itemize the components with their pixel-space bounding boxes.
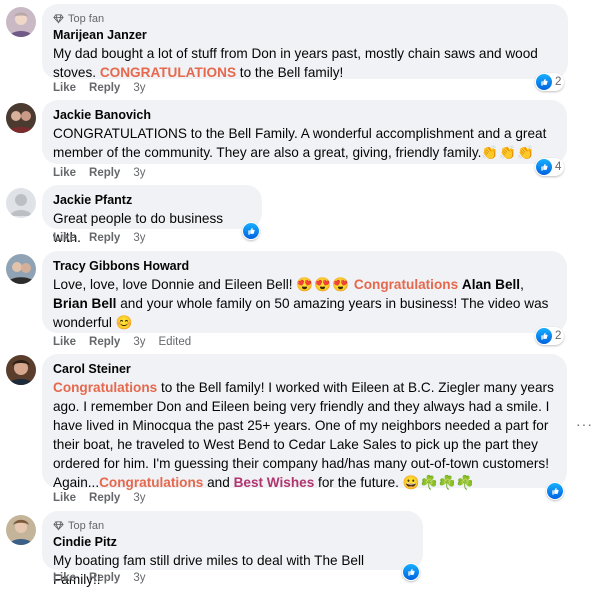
comment-text: My dad bought a lot of stuff from Don in… bbox=[53, 44, 556, 82]
reply-button[interactable]: Reply bbox=[89, 167, 120, 179]
reaction-number: 2 bbox=[555, 76, 562, 88]
reply-button[interactable]: Reply bbox=[89, 232, 120, 244]
author-name[interactable]: Cindie Pitz bbox=[53, 534, 411, 551]
like-button[interactable]: Like bbox=[53, 82, 76, 94]
like-button[interactable]: Like bbox=[53, 572, 76, 584]
text-segment: , bbox=[520, 277, 524, 292]
reply-button[interactable]: Reply bbox=[89, 82, 120, 94]
reaction-number: 4 bbox=[555, 161, 562, 173]
author-name[interactable]: Carol Steiner bbox=[53, 361, 555, 378]
comment-actions: Like Reply 3y bbox=[53, 82, 159, 94]
comment-text: Congratulations to the Bell family! I wo… bbox=[53, 378, 555, 492]
badge-label: Top fan bbox=[68, 12, 105, 25]
text-segment: and bbox=[203, 475, 234, 490]
comment-actions: Like Reply 3y bbox=[53, 232, 159, 244]
comment-actions: Like Reply 3y bbox=[53, 492, 159, 504]
like-reaction-icon bbox=[536, 328, 552, 344]
more-options-icon[interactable]: ··· bbox=[576, 416, 593, 432]
like-button[interactable]: Like bbox=[53, 167, 76, 179]
top-fan-badge: Top fan bbox=[53, 11, 556, 26]
avatar[interactable] bbox=[6, 188, 36, 218]
like-reaction-icon bbox=[536, 74, 552, 90]
diamond-icon bbox=[53, 13, 64, 24]
avatar[interactable] bbox=[6, 355, 36, 385]
author-name[interactable]: Marijean Janzer bbox=[53, 27, 556, 44]
comment-bubble: Jackie Pfantz Great people to do busines… bbox=[42, 185, 262, 245]
comment-text: CONGRATULATIONS to the Bell Family. A wo… bbox=[53, 124, 555, 162]
tagged-name[interactable]: Brian Bell bbox=[53, 296, 116, 311]
reply-button[interactable]: Reply bbox=[89, 336, 120, 348]
like-button[interactable]: Like bbox=[53, 232, 76, 244]
comment-bubble: Top fan Cindie Pitz My boating fam still… bbox=[42, 511, 423, 587]
edited-label[interactable]: Edited bbox=[159, 336, 192, 348]
avatar[interactable] bbox=[6, 7, 36, 37]
highlight-text: Congratulations bbox=[99, 475, 204, 490]
timestamp[interactable]: 3y bbox=[133, 572, 145, 584]
timestamp[interactable]: 3y bbox=[133, 82, 145, 94]
avatar[interactable] bbox=[6, 103, 36, 133]
reaction-count[interactable]: 2 bbox=[535, 73, 565, 91]
like-reaction-icon bbox=[403, 564, 419, 580]
like-button[interactable]: Like bbox=[53, 336, 76, 348]
comment-actions: Like Reply 3y bbox=[53, 572, 159, 584]
text-segment: Love, love, love Donnie and Eileen Bell! bbox=[53, 277, 297, 292]
timestamp[interactable]: 3y bbox=[133, 492, 145, 504]
top-fan-badge: Top fan bbox=[53, 518, 411, 533]
reply-button[interactable]: Reply bbox=[89, 572, 120, 584]
reaction-count[interactable]: 4 bbox=[535, 158, 565, 176]
comment-actions: Like Reply 3y Edited bbox=[53, 336, 204, 348]
highlight-text: Congratulations bbox=[353, 277, 459, 292]
reply-button[interactable]: Reply bbox=[89, 492, 120, 504]
like-button[interactable]: Like bbox=[53, 492, 76, 504]
heart-eyes-emoji: 😍😍😍 bbox=[296, 277, 351, 292]
avatar[interactable] bbox=[6, 254, 36, 284]
like-reaction-icon bbox=[536, 159, 552, 175]
comment-text: Love, love, love Donnie and Eileen Bell!… bbox=[53, 275, 555, 332]
comment-actions: Like Reply 3y bbox=[53, 167, 159, 179]
reaction-count[interactable] bbox=[402, 563, 420, 581]
highlight-text: CONGRATULATIONS bbox=[99, 65, 237, 80]
comment-bubble: Carol Steiner Congratulations to the Bel… bbox=[42, 354, 567, 490]
comment-bubble: Jackie Banovich CONGRATULATIONS to the B… bbox=[42, 100, 567, 164]
highlight-text: Best Wishes bbox=[233, 475, 315, 490]
emoji-group: 😀☘️☘️☘️ bbox=[402, 475, 475, 490]
like-reaction-icon bbox=[547, 483, 563, 499]
reaction-count[interactable] bbox=[546, 482, 564, 500]
clapping-emoji: 👏👏👏 bbox=[481, 145, 536, 160]
author-name[interactable]: Jackie Banovich bbox=[53, 107, 555, 124]
comment-bubble: Tracy Gibbons Howard Love, love, love Do… bbox=[42, 251, 567, 333]
timestamp[interactable]: 3y bbox=[133, 167, 145, 179]
highlight-text: Congratulations bbox=[53, 380, 158, 395]
timestamp[interactable]: 3y bbox=[133, 232, 145, 244]
tagged-name[interactable]: Alan Bell bbox=[462, 277, 520, 292]
text-segment: to the Bell family! I worked with Eileen… bbox=[53, 380, 554, 490]
reaction-count[interactable]: 2 bbox=[535, 327, 565, 345]
diamond-icon bbox=[53, 520, 64, 531]
author-name[interactable]: Jackie Pfantz bbox=[53, 192, 250, 209]
avatar[interactable] bbox=[6, 515, 36, 545]
like-reaction-icon bbox=[243, 223, 259, 239]
reaction-number: 2 bbox=[555, 330, 562, 342]
text-segment: CONGRATULATIONS to the Bell Family. A wo… bbox=[53, 126, 547, 160]
reaction-count[interactable] bbox=[242, 222, 260, 240]
smile-emoji: 😊 bbox=[115, 315, 133, 330]
timestamp[interactable]: 3y bbox=[133, 336, 145, 348]
badge-label: Top fan bbox=[68, 519, 105, 532]
text-segment: to the Bell family! bbox=[236, 65, 344, 80]
comment-bubble: Top fan Marijean Janzer My dad bought a … bbox=[42, 4, 568, 82]
author-name[interactable]: Tracy Gibbons Howard bbox=[53, 258, 555, 275]
text-segment: for the future. bbox=[314, 475, 403, 490]
